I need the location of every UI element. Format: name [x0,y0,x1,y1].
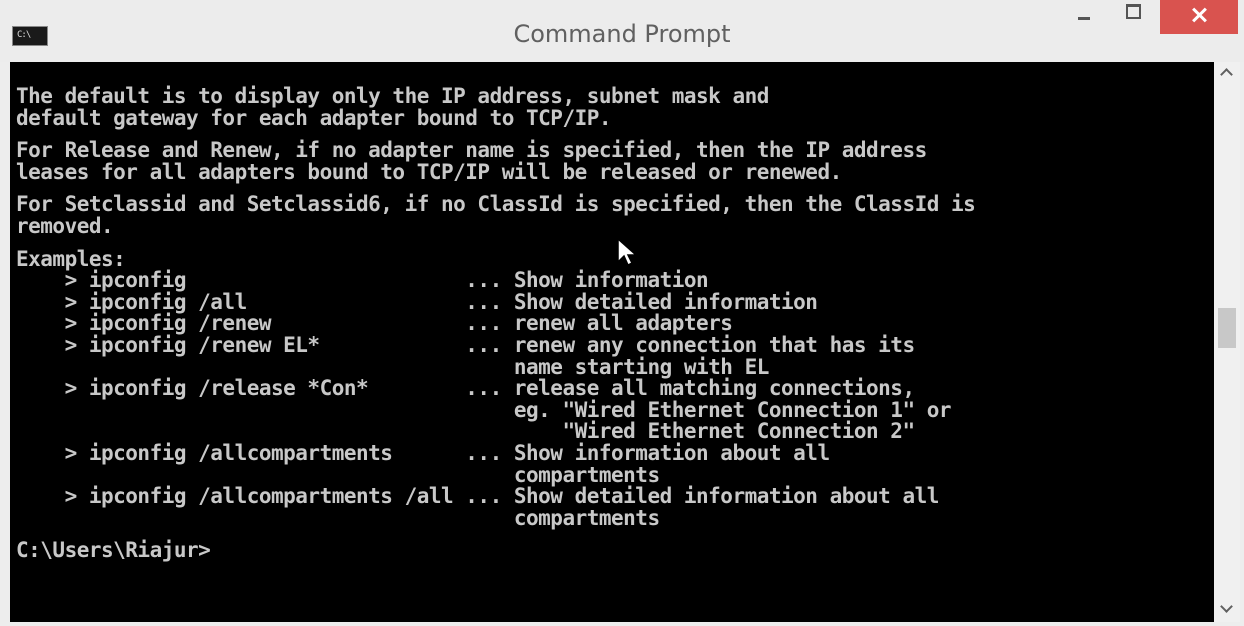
scrollbar-thumb[interactable] [1218,308,1236,348]
console-output[interactable]: The default is to display only the IP ad… [10,62,1214,622]
example-line: > ipconfig /renew EL* ... renew any conn… [16,332,916,357]
example-line: > ipconfig /allcompartments ... Show inf… [16,440,831,465]
example-line: > ipconfig /allcompartments /all ... Sho… [16,484,940,509]
minimize-button[interactable] [1065,0,1105,30]
mouse-pointer-icon [617,238,638,267]
maximize-button[interactable] [1113,0,1153,30]
example-line: compartments [16,505,660,530]
example-line: "Wired Ethernet Connection 2" [16,419,915,444]
close-button[interactable] [1160,0,1238,34]
example-line: name starting with EL [16,354,770,379]
example-line: > ipconfig /renew ... renew all adapters [16,311,733,336]
window-title: Command Prompt [513,20,731,48]
scroll-up-icon[interactable] [1214,62,1240,86]
title-bar[interactable]: C:\ Command Prompt [0,0,1244,62]
scroll-down-icon[interactable] [1214,598,1240,622]
command-prompt-line[interactable]: C:\Users\Riajur> [16,540,975,562]
vertical-scrollbar[interactable] [1214,62,1240,622]
terminal-text: The default is to display only the IP ad… [16,84,976,562]
example-line: > ipconfig /release *Con* ... release al… [16,376,916,401]
console-line: leases for all adapters bound to TCP/IP … [16,159,842,184]
command-prompt-window: C:\ Command Prompt The default is to dis… [0,0,1244,626]
example-line: > ipconfig ... Show information [16,268,709,293]
example-line: compartments [16,462,660,487]
console-line: default gateway for each adapter bound t… [16,105,612,130]
console-line: For Setclassid and Setclassid6, if no Cl… [16,192,976,217]
console-line: removed. [16,213,114,238]
console-line: For Release and Renew, if no adapter nam… [16,138,927,163]
console-line: The default is to display only the IP ad… [16,84,769,108]
examples-header: Examples: [16,246,126,271]
example-line: eg. "Wired Ethernet Connection 1" or [16,397,952,422]
example-line: > ipconfig /all ... Show detailed inform… [16,289,818,314]
